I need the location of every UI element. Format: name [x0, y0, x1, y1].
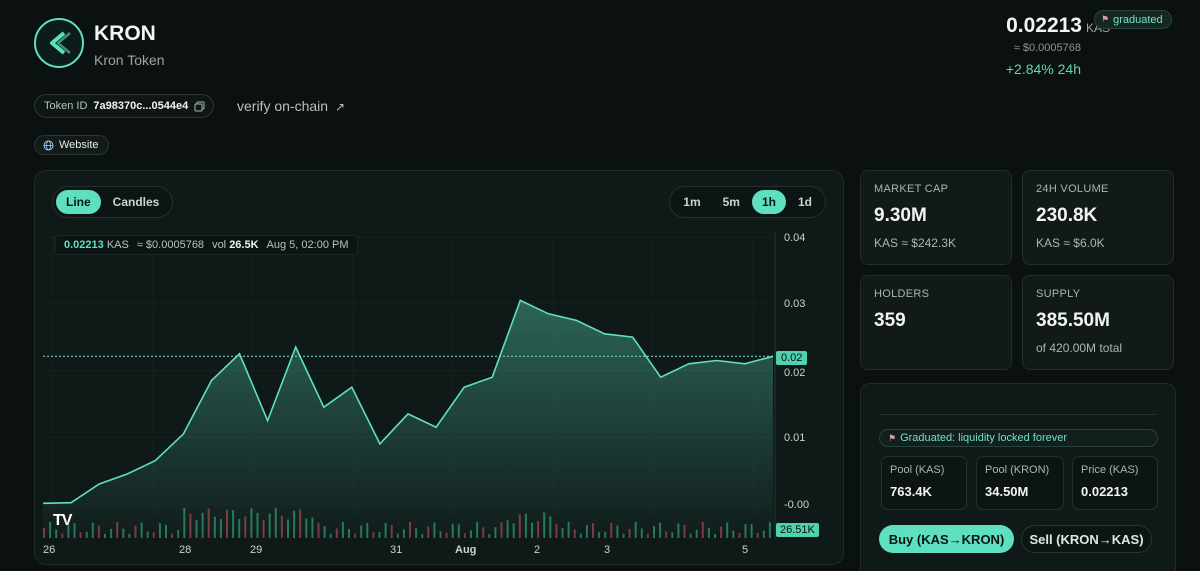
market-cap-sub: KAS ≈ $242.3K [874, 236, 956, 250]
supply-title: SUPPLY [1036, 288, 1081, 300]
graduated-label: graduated [1113, 13, 1163, 26]
pool-kron-value: 34.50M [985, 484, 1029, 499]
pool-kas-value: 763.4K [890, 484, 932, 499]
price-usd: ≈ $0.0005768 [1013, 42, 1081, 54]
kron-logo-icon [50, 31, 71, 55]
pool-price-value: 0.02213 [1081, 484, 1128, 499]
market-cap-value: 9.30M [874, 205, 927, 226]
pool-kron-card: Pool (KRON) 34.50M [976, 456, 1064, 510]
volume-bar [171, 533, 174, 538]
x-tick-label: Aug [455, 544, 477, 556]
sell-button[interactable]: Sell (KRON→KAS) [1021, 525, 1152, 553]
infobar-vol-label: vol [212, 239, 227, 251]
y-tick-label: 0.01 [784, 432, 806, 444]
volume-bar [622, 533, 625, 538]
volume-24h-card: 24H VOLUME 230.8K KAS ≈ $6.0K [1022, 170, 1174, 265]
supply-value: 385.50M [1036, 310, 1110, 331]
chart-infobar: 0.02213 KAS ≈ $0.0005768 vol 26.5K Aug 5… [55, 235, 358, 255]
x-tick-label: 28 [179, 544, 192, 556]
market-cap-title: MARKET CAP [874, 183, 949, 195]
infobar-price: 0.02213 [64, 239, 104, 251]
y-tick-label: 0.04 [784, 232, 806, 244]
price-value: 0.02213 [1006, 14, 1082, 37]
volume-24h-value: 230.8K [1036, 205, 1098, 226]
token-id-value: 7a98370c...0544e4 [93, 100, 189, 112]
x-tick-label: 5 [742, 544, 749, 556]
trade-panel: ⚑ Graduated: liquidity locked forever Po… [860, 383, 1176, 571]
last-price-tag: 0.02 [776, 351, 808, 365]
volume-bar [421, 533, 424, 538]
website-label: Website [59, 139, 99, 151]
price-change-24h: +2.84% 24h [1005, 61, 1081, 77]
volume-bar [689, 533, 692, 538]
volume-tag: 26.51K [776, 523, 819, 537]
y-tick-label: 0.03 [784, 298, 806, 310]
token-id-pill[interactable]: Token ID 7a98370c...0544e4 [34, 94, 215, 118]
copy-icon[interactable] [194, 101, 205, 112]
supply-card: SUPPLY 385.50M of 420.00M total [1022, 275, 1174, 370]
globe-icon [43, 140, 54, 150]
price-chart-panel: Line Candles 1m 5m 1h 1d 0.02213 KAS ≈ $… [34, 170, 844, 565]
market-cap-card: MARKET CAP 9.30M KAS ≈ $242.3K [860, 170, 1012, 265]
graduated-banner-text: Graduated: liquidity locked forever [900, 432, 1068, 444]
pool-kas-title: Pool (KAS) [890, 464, 945, 476]
holders-title: HOLDERS [874, 288, 930, 300]
tradingview-logo[interactable]: TV [53, 512, 72, 530]
website-link[interactable]: Website [34, 135, 109, 155]
buy-button[interactable]: Buy (KAS→KRON) [879, 525, 1014, 553]
pool-price-card: Price (KAS) 0.02213 [1072, 456, 1158, 510]
infobar-usd: ≈ $0.0005768 [136, 239, 205, 251]
graduated-badge: ⚑ graduated [1094, 10, 1172, 29]
volume-24h-title: 24H VOLUME [1036, 183, 1109, 195]
x-tick-label: 31 [390, 544, 403, 556]
volume-bar [104, 533, 106, 538]
volume-24h-sub: KAS ≈ $6.0K [1036, 236, 1105, 250]
y-tick-label: 0.02 [784, 367, 806, 379]
volume-bar [714, 533, 716, 538]
x-tick-label: 29 [250, 544, 263, 556]
external-link-icon: ↗ [334, 100, 345, 114]
volume-bar [61, 533, 64, 538]
token-name: Kron Token [94, 52, 165, 68]
x-tick-label: 3 [604, 544, 611, 556]
holders-value: 359 [874, 310, 906, 331]
holders-card: HOLDERS 359 [860, 275, 1012, 370]
graduated-icon: ⚑ [888, 432, 897, 443]
pool-kas-card: Pool (KAS) 763.4K [881, 456, 967, 510]
supply-sub: of 420.00M total [1036, 341, 1123, 355]
x-tick-label: 26 [43, 544, 56, 556]
graduated-icon: ⚑ [1101, 14, 1110, 24]
infobar-unit: KAS [106, 239, 129, 251]
x-tick-label: 2 [534, 544, 541, 556]
volume-bar [329, 533, 332, 538]
graduated-banner: ⚑ Graduated: liquidity locked forever [879, 429, 1158, 447]
infobar-vol-value: 26.5K [229, 239, 259, 251]
token-id-label: Token ID [44, 100, 88, 112]
pool-price-title: Price (KAS) [1081, 464, 1139, 476]
volume-bar [128, 533, 131, 538]
volume-bar [646, 533, 649, 538]
pool-kron-title: Pool (KRON) [985, 464, 1050, 476]
volume-bar [579, 533, 582, 538]
y-tick-label: -0.00 [784, 499, 810, 511]
volume-bar [488, 533, 491, 538]
verify-label: verify on-chain [237, 98, 329, 114]
divider [880, 414, 1157, 415]
verify-on-chain-link[interactable]: verify on-chain ↗ [237, 98, 345, 114]
infobar-time: Aug 5, 02:00 PM [266, 239, 349, 251]
token-logo [34, 18, 84, 68]
token-symbol: KRON [94, 22, 156, 45]
price-chart[interactable] [35, 171, 845, 566]
volume-bar [396, 533, 399, 538]
volume-bar [354, 533, 357, 538]
